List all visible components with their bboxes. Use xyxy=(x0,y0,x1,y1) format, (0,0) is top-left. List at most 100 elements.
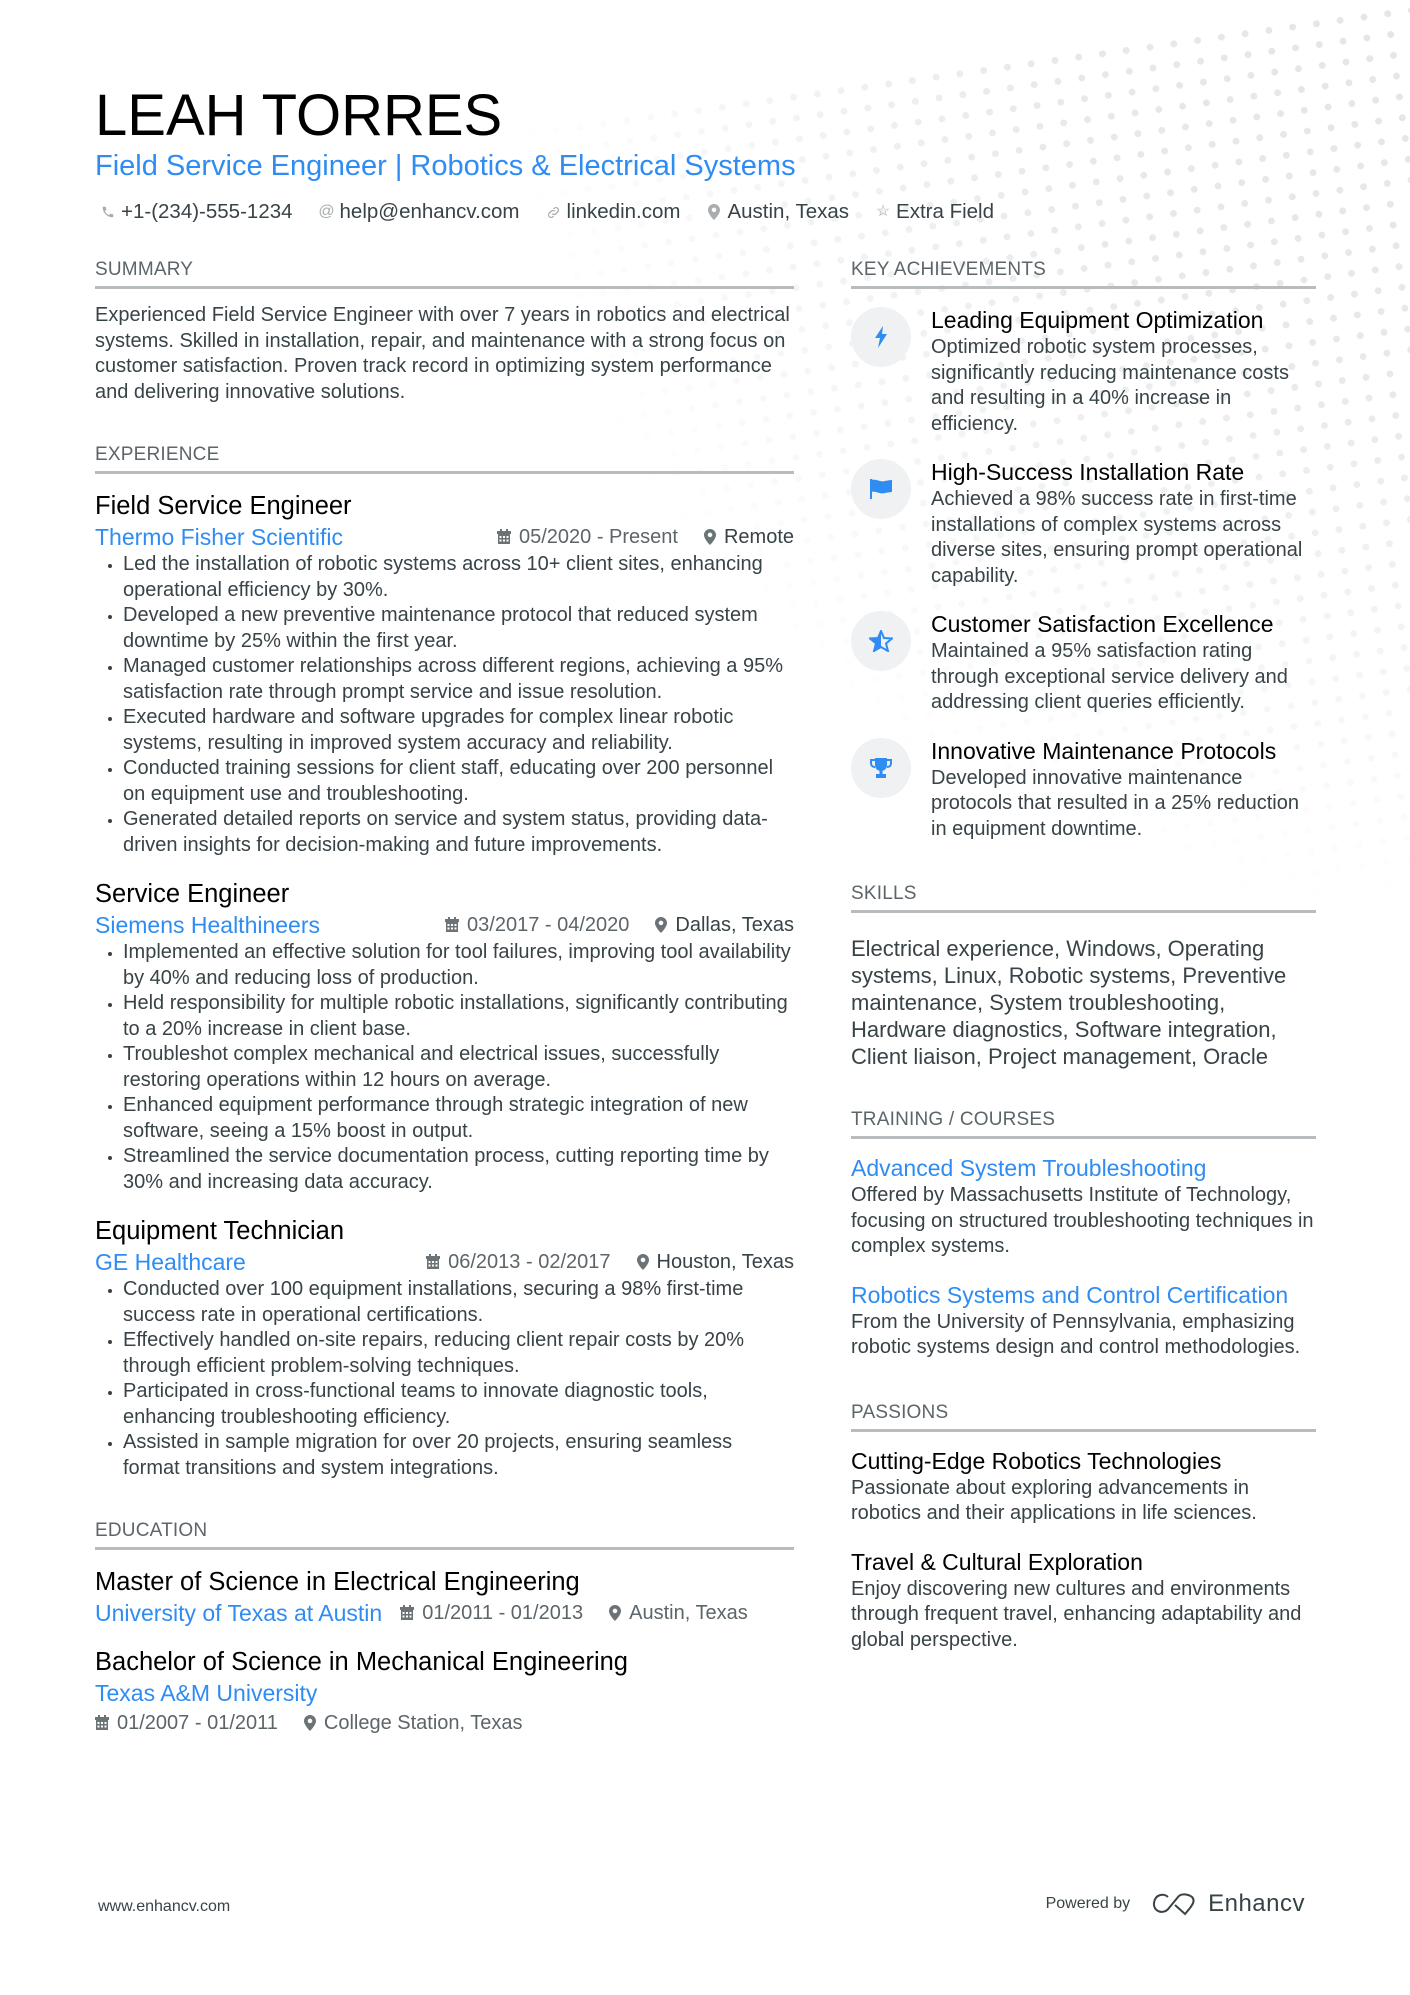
contact-bar: +1-(234)-555-1234 @ help@enhancv.com lin… xyxy=(100,198,994,226)
bullet-item: Troubleshot complex mechanical and elect… xyxy=(123,1042,794,1093)
location-pin-icon xyxy=(706,204,722,220)
education-meta: 01/2011 - 01/2013 Austin, Texas xyxy=(400,1598,748,1628)
calendar-icon xyxy=(445,917,460,932)
experience-heading: EXPERIENCE xyxy=(95,443,794,474)
education-meta: 01/2007 - 01/2011 College Station, Texas xyxy=(95,1708,794,1738)
calendar-icon xyxy=(400,1605,415,1620)
achievement-title: Customer Satisfaction Excellence xyxy=(931,611,1274,637)
skills-list: Electrical experience, Windows, Operatin… xyxy=(851,936,1287,1069)
job-dates-text: 05/2020 - Present xyxy=(518,526,678,548)
education-entry: Master of Science in Electrical Engineer… xyxy=(95,1566,794,1628)
training-section: TRAINING / COURSES Advanced System Troub… xyxy=(851,1108,1316,1361)
job-meta-row: Thermo Fisher Scientific 05/2020 - Prese… xyxy=(95,522,794,552)
calendar-icon xyxy=(426,1254,441,1269)
contact-location: Austin, Texas xyxy=(706,198,849,226)
achievement-item: Customer Satisfaction Excellence Maintai… xyxy=(851,609,1316,716)
contact-location-text: Austin, Texas xyxy=(727,200,850,223)
education-dates: 01/2011 - 01/2013 xyxy=(400,1598,583,1628)
education-location: College Station, Texas xyxy=(303,1708,523,1738)
passion-item: Travel & Cultural Exploration Enjoy disc… xyxy=(851,1547,1316,1654)
experience-entry: Equipment Technician GE Healthcare 06/20… xyxy=(95,1215,794,1481)
job-meta: 06/2013 - 02/2017 Houston, Texas xyxy=(426,1247,794,1277)
job-dates: 05/2020 - Present xyxy=(496,522,678,552)
passion-title: Cutting-Edge Robotics Technologies xyxy=(851,1447,1222,1474)
passion-desc: Passionate about exploring advancements … xyxy=(851,1476,1257,1525)
contact-email[interactable]: @ help@enhancv.com xyxy=(318,198,519,226)
course-desc: Offered by Massachusetts Institute of Te… xyxy=(851,1184,1314,1257)
job-bullets: Led the installation of robotic systems … xyxy=(95,552,794,858)
enhancv-logo-icon xyxy=(1153,1893,1195,1916)
education-dates: 01/2007 - 01/2011 xyxy=(95,1708,278,1738)
achievement-item: High-Success Installation Rate Achieved … xyxy=(851,457,1316,589)
passion-item: Cutting-Edge Robotics Technologies Passi… xyxy=(851,1446,1316,1527)
course-item: Advanced System Troubleshooting Offered … xyxy=(851,1153,1316,1260)
contact-linkedin[interactable]: linkedin.com xyxy=(546,198,681,226)
job-location: Dallas, Texas xyxy=(655,910,794,940)
achievement-item: Innovative Maintenance Protocols Develop… xyxy=(851,736,1316,843)
contact-phone-text: +1-(234)-555-1234 xyxy=(121,200,293,223)
education-dates-text: 01/2007 - 01/2011 xyxy=(117,1712,278,1734)
bullet-item: Assisted in sample migration for over 20… xyxy=(123,1430,794,1481)
bullet-item: Held responsibility for multiple robotic… xyxy=(123,991,794,1042)
enhancv-brand-name: Enhancv xyxy=(1208,1890,1305,1917)
candidate-title: Field Service Engineer | Robotics & Elec… xyxy=(95,150,796,182)
bullet-item: Participated in cross-functional teams t… xyxy=(123,1379,794,1430)
school-name: University of Texas at Austin xyxy=(95,1600,383,1626)
footer-website[interactable]: www.enhancv.com xyxy=(98,1898,230,1916)
education-dates-text: 01/2011 - 01/2013 xyxy=(422,1602,584,1624)
achievement-title: Innovative Maintenance Protocols xyxy=(931,737,1277,764)
passion-title: Travel & Cultural Exploration xyxy=(851,1548,1143,1575)
passion-desc: Enjoy discovering new cultures and envir… xyxy=(851,1577,1302,1651)
job-title: Service Engineer xyxy=(95,880,290,908)
degree-title: Bachelor of Science in Mechanical Engine… xyxy=(95,1648,628,1676)
job-dates-text: 03/2017 - 04/2020 xyxy=(467,914,630,936)
bullet-item: Executed hardware and software upgrades … xyxy=(123,705,794,756)
achievement-body: Innovative Maintenance Protocols Develop… xyxy=(931,736,1316,843)
skills-heading: SKILLS xyxy=(851,882,1316,913)
education-section: EDUCATION Master of Science in Electrica… xyxy=(95,1519,794,1738)
calendar-icon xyxy=(496,529,511,544)
passions-section: PASSIONS Cutting-Edge Robotics Technolog… xyxy=(851,1401,1316,1654)
left-column: SUMMARY Experienced Field Service Engine… xyxy=(95,258,794,1738)
lightning-bolt-icon xyxy=(851,307,911,367)
experience-section: EXPERIENCE Field Service Engineer Thermo… xyxy=(95,443,794,1481)
link-icon xyxy=(546,205,562,220)
company-name: Thermo Fisher Scientific xyxy=(95,524,343,550)
enhancv-logo[interactable]: Enhancv xyxy=(1152,1890,1305,1918)
school-name: Texas A&M University xyxy=(95,1680,318,1706)
course-title: Robotics Systems and Control Certificati… xyxy=(851,1281,1289,1308)
job-location-text: Houston, Texas xyxy=(656,1251,795,1273)
education-location-text: College Station, Texas xyxy=(323,1712,523,1734)
contact-extra: ☆ Extra Field xyxy=(875,198,994,226)
achievements-section: KEY ACHIEVEMENTS Leading Equipment Optim… xyxy=(851,258,1316,842)
summary-section: SUMMARY Experienced Field Service Engine… xyxy=(95,258,794,405)
calendar-icon xyxy=(95,1715,109,1730)
training-heading: TRAINING / COURSES xyxy=(851,1108,1316,1139)
achievement-body: High-Success Installation Rate Achieved … xyxy=(931,457,1316,589)
achievement-desc: Optimized robotic system processes, sign… xyxy=(931,336,1289,435)
contact-extra-text: Extra Field xyxy=(896,200,995,223)
job-location-text: Dallas, Texas xyxy=(675,914,794,936)
phone-icon xyxy=(100,205,116,219)
location-pin-icon xyxy=(703,529,716,545)
passions-heading: PASSIONS xyxy=(851,1401,1316,1432)
company-name: Siemens Healthineers xyxy=(95,912,321,938)
bullet-item: Enhanced equipment performance through s… xyxy=(123,1093,794,1144)
bullet-item: Effectively handled on-site repairs, red… xyxy=(123,1328,794,1379)
course-desc: From the University of Pennsylvania, emp… xyxy=(851,1310,1301,1359)
achievement-desc: Achieved a 98% success rate in first-tim… xyxy=(931,488,1303,587)
bullet-item: Conducted over 100 equipment installatio… xyxy=(123,1277,794,1328)
job-bullets: Conducted over 100 equipment installatio… xyxy=(95,1277,794,1481)
achievements-heading: KEY ACHIEVEMENTS xyxy=(851,258,1316,289)
bullet-item: Developed a new preventive maintenance p… xyxy=(123,603,794,654)
right-column: KEY ACHIEVEMENTS Leading Equipment Optim… xyxy=(851,258,1316,1653)
contact-linkedin-text: linkedin.com xyxy=(566,200,681,223)
bullet-item: Led the installation of robotic systems … xyxy=(123,552,794,603)
location-pin-icon xyxy=(609,1605,622,1621)
location-pin-icon xyxy=(303,1715,316,1731)
contact-phone[interactable]: +1-(234)-555-1234 xyxy=(100,198,293,226)
flag-icon xyxy=(851,459,911,519)
education-entry: Bachelor of Science in Mechanical Engine… xyxy=(95,1646,794,1738)
job-location: Remote xyxy=(703,522,794,552)
job-dates-text: 06/2013 - 02/2017 xyxy=(448,1251,611,1273)
